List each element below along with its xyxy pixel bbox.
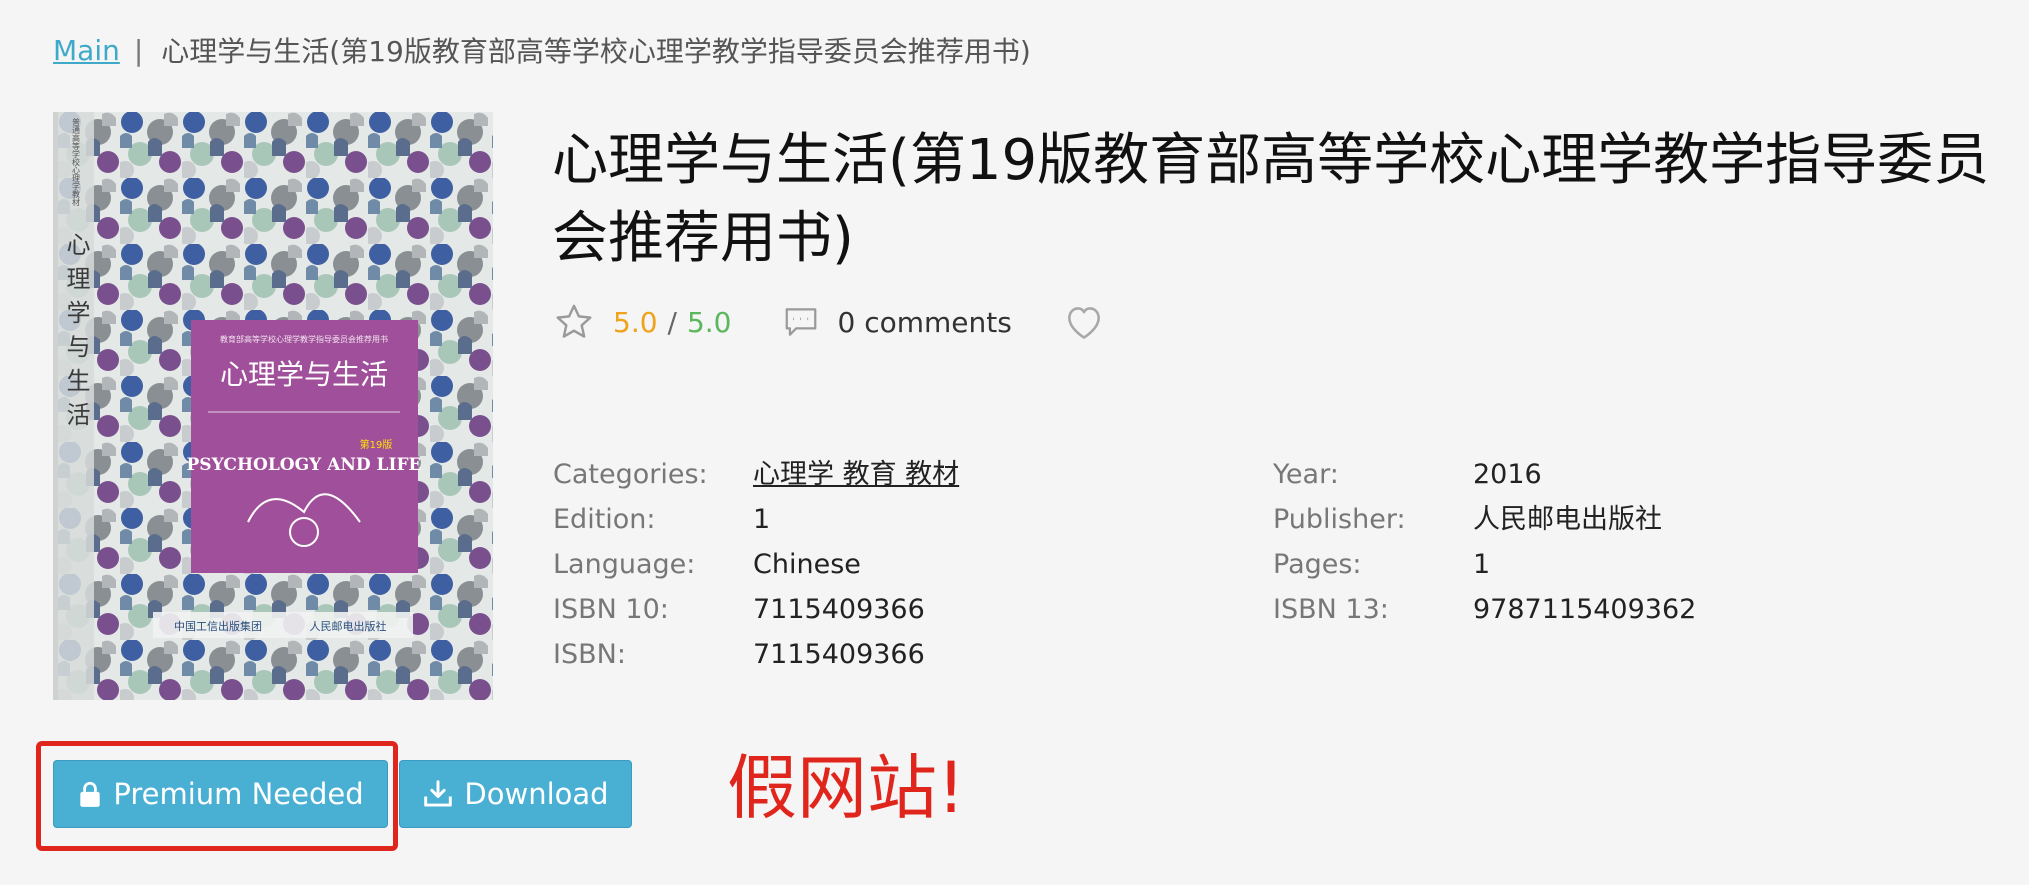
- cover-spine-title: 心理学与生活: [62, 232, 90, 436]
- premium-needed-button[interactable]: Premium Needed: [53, 760, 388, 828]
- book-details-right: Year: 2016 Publisher: 人民邮电出版社 Pages: 1 I…: [1273, 452, 1696, 632]
- breadcrumb-current: 心理学与生活(第19版教育部高等学校心理学教学指导委员会推荐用书): [161, 35, 1031, 68]
- detail-value: 7115409366: [753, 594, 925, 625]
- detail-value: Chinese: [753, 549, 861, 580]
- detail-label: Language:: [553, 549, 696, 580]
- fake-site-annotation: 假网站!: [727, 747, 966, 829]
- download-button-label: Download: [464, 777, 609, 811]
- cover-series-top: 普通高等学校心理学教材: [72, 117, 81, 206]
- detail-value: 1: [753, 504, 771, 535]
- detail-row-language: Language: Chinese: [553, 542, 959, 587]
- detail-label: ISBN 10:: [553, 594, 669, 625]
- detail-label: Categories:: [553, 459, 708, 490]
- cover-recommend-text: 教育部高等学校心理学教学指导委员会推荐用书: [220, 334, 388, 344]
- comments-count: 0 comments: [837, 305, 1012, 339]
- book-details-left: Categories: 心理学 教育 教材 Edition: 1 Languag…: [553, 452, 959, 677]
- download-button[interactable]: Download: [399, 760, 632, 828]
- breadcrumb: Main | 心理学与生活(第19版教育部高等学校心理学教学指导委员会推荐用书): [53, 30, 1031, 70]
- rating-value: 5.0: [613, 305, 658, 339]
- cover-group-logo: 中国工信出版集团: [174, 619, 262, 633]
- cover-publisher-logo: 人民邮电出版社: [310, 619, 387, 633]
- book-title: 心理学与生活(第19版教育部高等学校心理学教学指导委员会推荐用书): [552, 128, 1990, 271]
- lock-icon: [77, 780, 103, 808]
- breadcrumb-home-link[interactable]: Main: [53, 34, 120, 67]
- detail-value: 7115409366: [753, 639, 925, 670]
- book-meta-row: 5.0 / 5.0 0 comments: [553, 297, 1106, 347]
- premium-button-label: Premium Needed: [113, 777, 364, 811]
- detail-label: Pages:: [1273, 549, 1362, 580]
- detail-label: Edition:: [553, 504, 656, 535]
- detail-value: 人民邮电出版社: [1473, 504, 1662, 535]
- cover-edition-badge: 第19版: [360, 438, 393, 451]
- comments-link[interactable]: 0 comments: [782, 303, 1012, 341]
- rating-max: 5.0: [686, 305, 732, 339]
- detail-row-edition: Edition: 1: [553, 497, 959, 542]
- detail-value: 9787115409362: [1473, 594, 1697, 625]
- comment-icon: [782, 303, 820, 341]
- detail-label: Publisher:: [1273, 504, 1406, 535]
- cover-en-title: PSYCHOLOGY AND LIFE: [187, 455, 422, 475]
- detail-row-publisher: Publisher: 人民邮电出版社: [1273, 497, 1696, 542]
- detail-row-year: Year: 2016: [1273, 452, 1696, 497]
- cover-cn-title: 心理学与生活: [220, 358, 388, 391]
- detail-label: ISBN 13:: [1273, 594, 1389, 625]
- heart-icon[interactable]: [1062, 300, 1106, 344]
- detail-row-pages: Pages: 1: [1273, 542, 1696, 587]
- book-page: Main | 心理学与生活(第19版教育部高等学校心理学教学指导委员会推荐用书): [0, 0, 2029, 885]
- breadcrumb-separator: |: [133, 33, 144, 67]
- detail-label: ISBN:: [553, 639, 626, 670]
- detail-row-categories: Categories: 心理学 教育 教材: [553, 452, 959, 497]
- download-icon: [422, 779, 454, 809]
- categories-link[interactable]: 心理学 教育 教材: [753, 452, 959, 497]
- rating-separator: /: [667, 305, 677, 339]
- detail-value: 2016: [1473, 459, 1542, 490]
- detail-row-isbn13: ISBN 13: 9787115409362: [1273, 587, 1696, 632]
- detail-row-isbn10: ISBN 10: 7115409366: [553, 587, 959, 632]
- book-cover-image: 心理学与生活 普通高等学校心理学教材 教育部高等学校心理学教学指导委员会推荐用书…: [53, 112, 493, 700]
- detail-row-isbn: ISBN: 7115409366: [553, 632, 959, 677]
- detail-label: Year:: [1273, 459, 1339, 490]
- star-icon[interactable]: [553, 301, 595, 343]
- detail-value: 1: [1473, 549, 1491, 580]
